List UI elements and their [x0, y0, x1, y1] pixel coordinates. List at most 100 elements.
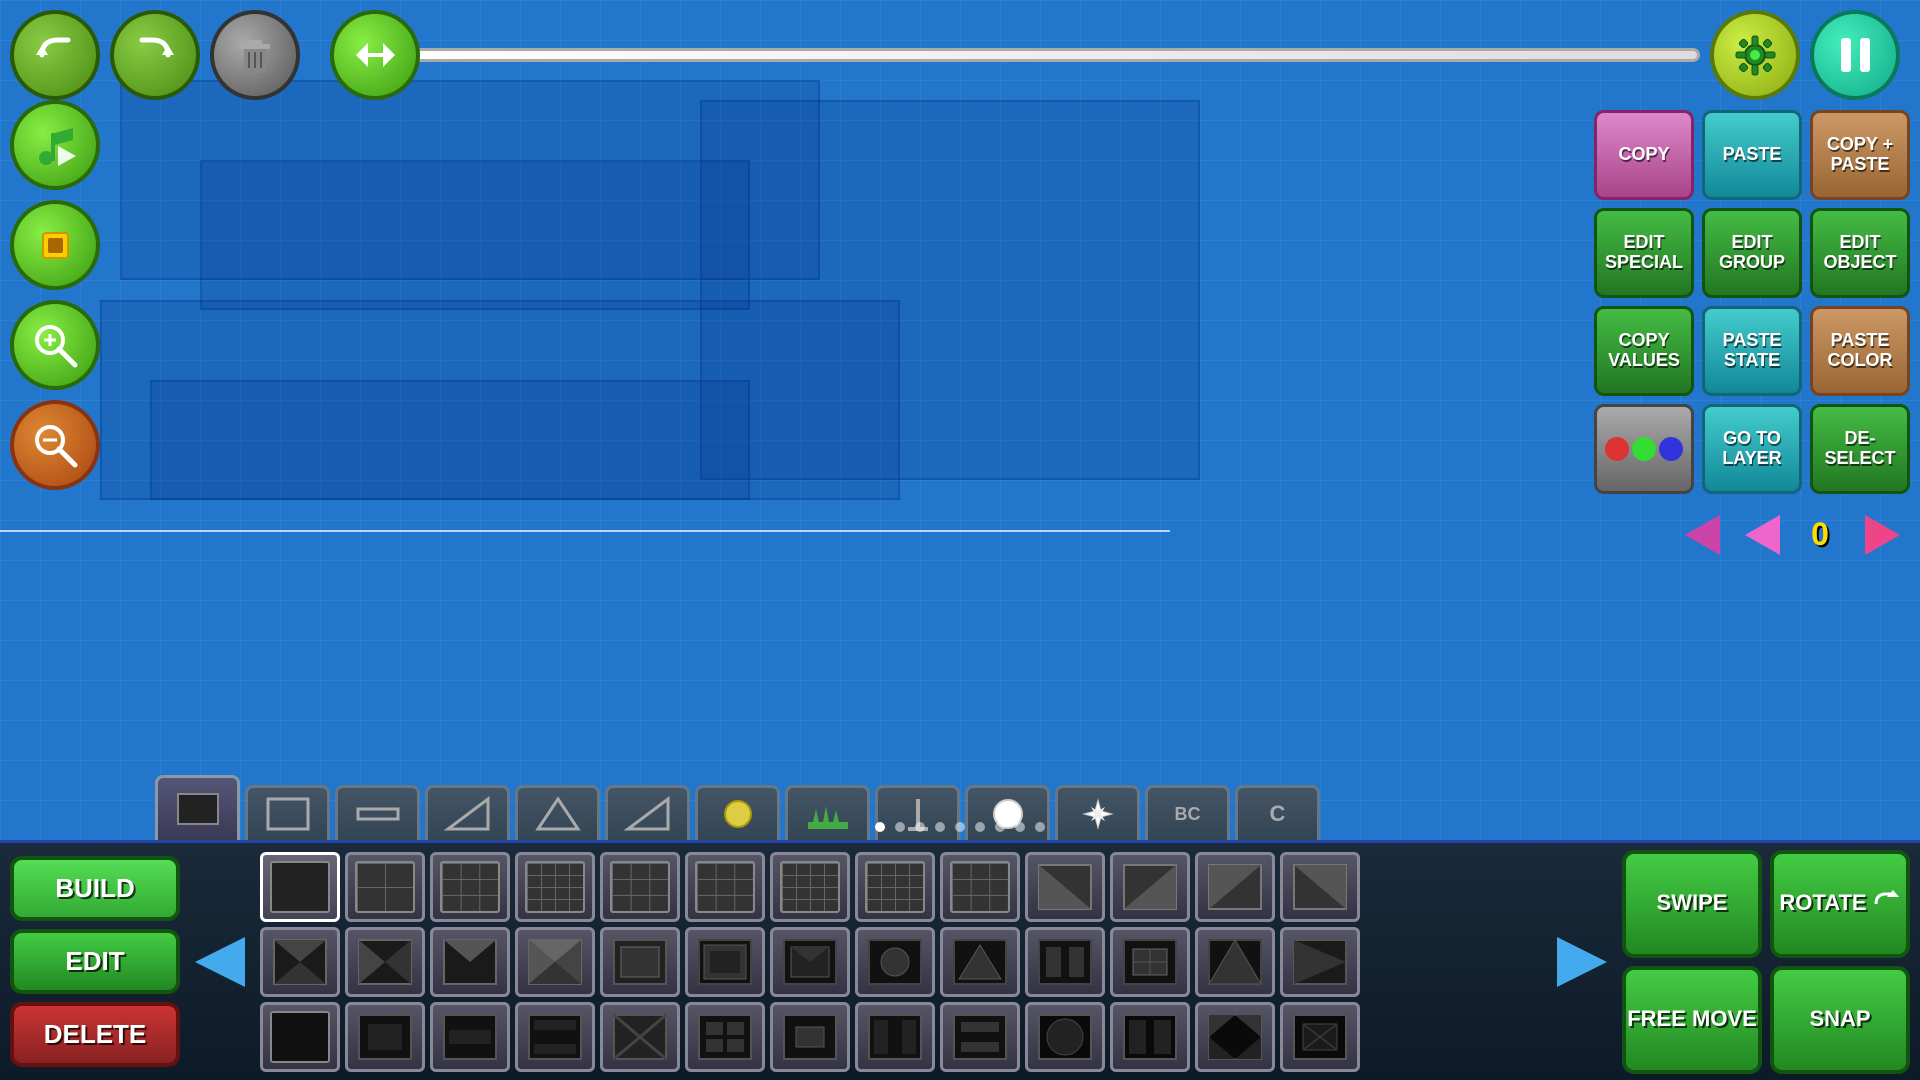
- grid-item[interactable]: [515, 1002, 595, 1072]
- tab-colors[interactable]: C: [1235, 785, 1320, 840]
- grid-item[interactable]: [600, 1002, 680, 1072]
- undo-button[interactable]: [10, 10, 100, 100]
- redo-button[interactable]: [110, 10, 200, 100]
- grid-item[interactable]: [430, 927, 510, 997]
- grid-item[interactable]: [1110, 927, 1190, 997]
- copy-values-button[interactable]: COPY VALUES: [1594, 306, 1694, 396]
- grid-item[interactable]: [430, 1002, 510, 1072]
- settings-button[interactable]: [1710, 10, 1800, 100]
- page-dot-4[interactable]: [935, 822, 945, 832]
- grid-item[interactable]: [940, 1002, 1020, 1072]
- grid-item[interactable]: [685, 1002, 765, 1072]
- page-dot-3[interactable]: [915, 822, 925, 832]
- tab-thin[interactable]: [335, 785, 420, 840]
- grid-next-button[interactable]: [1552, 932, 1612, 992]
- grid-item[interactable]: [855, 927, 935, 997]
- record-button[interactable]: [10, 200, 100, 290]
- grid-item[interactable]: [685, 852, 765, 922]
- layer-prev-arrow[interactable]: [1675, 507, 1730, 562]
- tab-triangle[interactable]: [515, 785, 600, 840]
- zoom-in-button[interactable]: [10, 300, 100, 390]
- layer-prev-inner-arrow[interactable]: [1740, 510, 1785, 560]
- grid-item[interactable]: [855, 852, 935, 922]
- grid-item[interactable]: [1110, 1002, 1190, 1072]
- grid-item[interactable]: [260, 927, 340, 997]
- grid-item[interactable]: [260, 852, 340, 922]
- edit-group-button[interactable]: EDIT GROUP: [1702, 208, 1802, 298]
- page-dot-9[interactable]: [1035, 822, 1045, 832]
- tab-diagonal[interactable]: [425, 785, 510, 840]
- grid-item[interactable]: [1110, 852, 1190, 922]
- delete-mode-button[interactable]: DELETE: [10, 1002, 180, 1067]
- edit-mode-button[interactable]: EDIT: [10, 929, 180, 994]
- mode-buttons: BUILD EDIT DELETE: [10, 856, 180, 1067]
- page-dot-2[interactable]: [895, 822, 905, 832]
- grid-item[interactable]: [940, 852, 1020, 922]
- pause-button[interactable]: [1810, 10, 1900, 100]
- edit-special-button[interactable]: EDIT SPECIAL: [1594, 208, 1694, 298]
- grid-item[interactable]: [1280, 1002, 1360, 1072]
- grid-item[interactable]: [1195, 852, 1275, 922]
- edit-object-button[interactable]: EDIT OBJECT: [1810, 208, 1910, 298]
- grid-item[interactable]: [1195, 927, 1275, 997]
- tab-blocks[interactable]: [155, 775, 240, 840]
- copy-paste-button[interactable]: COPY + PASTE: [1810, 110, 1910, 200]
- tab-effects[interactable]: [1055, 785, 1140, 840]
- page-dot-7[interactable]: [995, 822, 1005, 832]
- tab-slope[interactable]: [605, 785, 690, 840]
- grid-item[interactable]: [600, 927, 680, 997]
- grid-item[interactable]: [430, 852, 510, 922]
- grid-item[interactable]: [1025, 852, 1105, 922]
- free-move-button[interactable]: FREE MOVE: [1622, 966, 1762, 1074]
- tab-hazards[interactable]: [785, 785, 870, 840]
- bg-decoration: [700, 100, 1200, 480]
- paste-color-button[interactable]: PASTE COLOR: [1810, 306, 1910, 396]
- grid-item[interactable]: [1280, 852, 1360, 922]
- page-dot-8[interactable]: [1015, 822, 1025, 832]
- tab-orbs[interactable]: [695, 785, 780, 840]
- grid-item[interactable]: [770, 852, 850, 922]
- grid-item[interactable]: [345, 927, 425, 997]
- music-play-button[interactable]: [10, 100, 100, 190]
- swipe-slider[interactable]: [330, 10, 1700, 100]
- swipe-track[interactable]: [410, 48, 1700, 62]
- snap-button[interactable]: SNAP: [1770, 966, 1910, 1074]
- blue-dot: [1659, 437, 1683, 461]
- grid-item[interactable]: [770, 1002, 850, 1072]
- page-dot-1[interactable]: [875, 822, 885, 832]
- color-layer-button[interactable]: [1594, 404, 1694, 494]
- grid-item[interactable]: [260, 1002, 340, 1072]
- swipe-button[interactable]: SWIPE: [1622, 850, 1762, 958]
- tab-frames[interactable]: [245, 785, 330, 840]
- grid-item[interactable]: [770, 927, 850, 997]
- grid-item[interactable]: [1025, 1002, 1105, 1072]
- layer-navigation: 0: [1594, 507, 1910, 562]
- page-dot-6[interactable]: [975, 822, 985, 832]
- build-mode-button[interactable]: BUILD: [10, 856, 180, 921]
- grid-item[interactable]: [1025, 927, 1105, 997]
- grid-item[interactable]: [1280, 927, 1360, 997]
- tab-triggers[interactable]: BC: [1145, 785, 1230, 840]
- grid-prev-button[interactable]: [190, 932, 250, 992]
- bg-decoration: [200, 160, 750, 310]
- page-dot-5[interactable]: [955, 822, 965, 832]
- layer-next-arrow[interactable]: [1855, 507, 1910, 562]
- grid-item[interactable]: [515, 852, 595, 922]
- trash-button[interactable]: [210, 10, 300, 100]
- copy-button[interactable]: COPY: [1594, 110, 1694, 200]
- deselect-button[interactable]: DE- SELECT: [1810, 404, 1910, 494]
- grid-item[interactable]: [515, 927, 595, 997]
- grid-item[interactable]: [345, 1002, 425, 1072]
- paste-state-button[interactable]: PASTE STATE: [1702, 306, 1802, 396]
- go-to-layer-button[interactable]: GO TO LAYER: [1702, 404, 1802, 494]
- grid-item[interactable]: [685, 927, 765, 997]
- right-row-4: GO TO LAYER DE- SELECT: [1594, 404, 1910, 494]
- rotate-button[interactable]: ROTATE: [1770, 850, 1910, 958]
- grid-item[interactable]: [345, 852, 425, 922]
- grid-item[interactable]: [1195, 1002, 1275, 1072]
- grid-item[interactable]: [855, 1002, 935, 1072]
- grid-item[interactable]: [600, 852, 680, 922]
- zoom-out-button[interactable]: [10, 400, 100, 490]
- paste-button[interactable]: PASTE: [1702, 110, 1802, 200]
- grid-item[interactable]: [940, 927, 1020, 997]
